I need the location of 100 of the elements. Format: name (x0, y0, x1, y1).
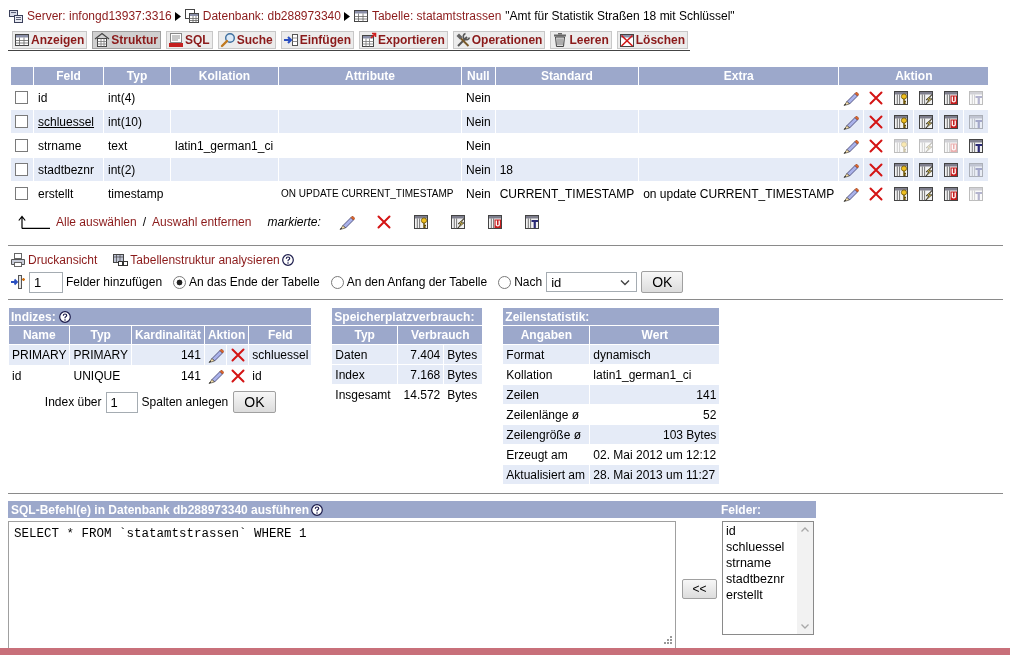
key-table-icon[interactable] (893, 89, 910, 106)
radio-button[interactable] (498, 275, 512, 289)
tab[interactable]: Löschen (616, 31, 689, 49)
cross-icon[interactable] (868, 137, 885, 154)
lightning-table-icon[interactable] (918, 113, 935, 130)
pencil-icon[interactable] (843, 185, 860, 202)
tab[interactable]: Anzeigen (12, 31, 88, 49)
key-table-icon[interactable] (893, 185, 910, 202)
cardinality: 141 (180, 369, 201, 383)
pencil-icon[interactable] (843, 161, 860, 178)
sql-query-field[interactable]: SELECT * FROM `statamtstrassen` WHERE 1 (8, 521, 676, 649)
cross-icon[interactable] (229, 368, 246, 384)
storage-label: Index (335, 367, 365, 382)
listbox-item[interactable]: stadtbeznr (726, 571, 797, 587)
select-all-link[interactable]: Alle auswählen (56, 215, 137, 229)
printer-icon[interactable] (10, 251, 26, 268)
table-cross-icon (618, 32, 635, 48)
listbox-item[interactable]: schluessel (726, 539, 797, 555)
pencil-icon[interactable] (843, 89, 860, 106)
ok-button[interactable]: OK (641, 271, 684, 293)
section-title: Indizes: (11, 309, 56, 324)
listbox-item[interactable]: id (726, 523, 797, 539)
page-link[interactable]: Tabellenstruktur analysieren (130, 252, 280, 267)
column-count-input[interactable]: 1 (105, 391, 138, 413)
cross-icon[interactable] (868, 113, 885, 130)
column-header: Feld (267, 328, 293, 342)
radio-button[interactable] (330, 275, 344, 289)
section-title: Speicherplatzverbrauch: (334, 309, 475, 324)
null-value: Nein (466, 90, 491, 105)
pencil-icon[interactable] (207, 347, 224, 363)
pencil-icon[interactable] (338, 214, 355, 230)
tab[interactable]: Suche (217, 31, 276, 49)
cross-icon[interactable] (868, 161, 885, 178)
help-icon[interactable] (58, 310, 71, 323)
cross-icon[interactable] (375, 214, 392, 230)
page-link[interactable]: Druckansicht (28, 252, 98, 267)
breadcrumb-link[interactable]: Datenbank: db288973340 (202, 9, 341, 23)
document-icon (168, 32, 184, 48)
t-table-icon[interactable] (523, 214, 540, 230)
stat-value: 141 (696, 387, 717, 402)
row-checkbox[interactable] (15, 163, 28, 176)
tab[interactable]: Leeren (550, 31, 612, 49)
tab[interactable]: SQL (166, 31, 213, 49)
insert-arrow-icon (282, 32, 299, 48)
field-type: text (108, 138, 128, 153)
column-header: Wert (641, 328, 669, 342)
field-count-input[interactable]: 1 (29, 271, 63, 293)
row-checkbox[interactable] (15, 187, 28, 200)
tab[interactable]: Einfügen (280, 31, 355, 49)
ok-button[interactable]: OK (233, 391, 276, 413)
row-checkbox[interactable] (15, 91, 28, 104)
table-boxes-icon[interactable] (112, 251, 129, 268)
t-table-icon[interactable] (968, 137, 985, 154)
lightning-table-icon[interactable] (918, 185, 935, 202)
column-header: Verbrauch (410, 328, 470, 342)
field-type: int(2) (108, 162, 136, 177)
u-table-icon[interactable] (943, 185, 960, 202)
column-header: Feld (56, 69, 81, 83)
radio-button[interactable] (173, 275, 187, 289)
column-header: Typ (126, 69, 148, 83)
column-header: Typ (90, 328, 111, 342)
tab[interactable]: Operationen (452, 31, 546, 49)
pencil-icon[interactable] (843, 137, 860, 154)
key-table-icon[interactable] (412, 214, 429, 230)
u-table-icon[interactable] (486, 214, 503, 230)
table-icon (352, 8, 369, 24)
cross-icon[interactable] (868, 89, 885, 106)
cross-icon[interactable] (229, 347, 246, 363)
lightning-table-icon[interactable] (449, 214, 466, 230)
pencil-icon[interactable] (843, 113, 860, 130)
radio-label: An das Ende der Tabelle (189, 275, 320, 289)
listbox-item[interactable]: strname (726, 555, 797, 571)
pencil-icon[interactable] (207, 368, 224, 384)
key-table-icon[interactable] (893, 161, 910, 178)
null-value: Nein (466, 114, 491, 129)
breadcrumb-link[interactable]: Tabelle: statamtstrassen (371, 9, 502, 23)
lightning-table-icon[interactable] (918, 89, 935, 106)
u-table-icon[interactable] (943, 113, 960, 130)
row-checkbox[interactable] (15, 139, 28, 152)
u-table-icon[interactable] (943, 89, 960, 106)
arrow-right-icon (174, 11, 181, 21)
u-table-icon[interactable] (943, 161, 960, 178)
row-checkbox[interactable] (15, 115, 28, 128)
deselect-all-link[interactable]: Auswahl entfernen (152, 215, 252, 229)
insert-field-button[interactable]: << (682, 579, 717, 599)
breadcrumb-link[interactable]: Server: infongd13937:3316 (27, 9, 172, 23)
fields-listbox[interactable]: id schluessel strname stadtbeznr erstellt (722, 521, 814, 635)
stat-value: 02. Mai 2012 um 12:12 (593, 447, 717, 462)
help-icon[interactable] (281, 253, 294, 266)
field-select[interactable]: id (546, 272, 638, 292)
table-comment: "Amt für Statistik Straßen 18 mit Schlüssel" (505, 9, 735, 23)
key-table-icon[interactable] (893, 113, 910, 130)
cross-icon[interactable] (868, 185, 885, 202)
tab[interactable]: Exportieren (359, 31, 448, 49)
help-icon[interactable] (311, 503, 324, 516)
null-value: Nein (466, 162, 491, 177)
listbox-item[interactable]: erstellt (726, 587, 797, 603)
lightning-table-icon[interactable] (918, 161, 935, 178)
tab[interactable]: Struktur (92, 31, 161, 49)
add-column-icon (10, 274, 26, 290)
